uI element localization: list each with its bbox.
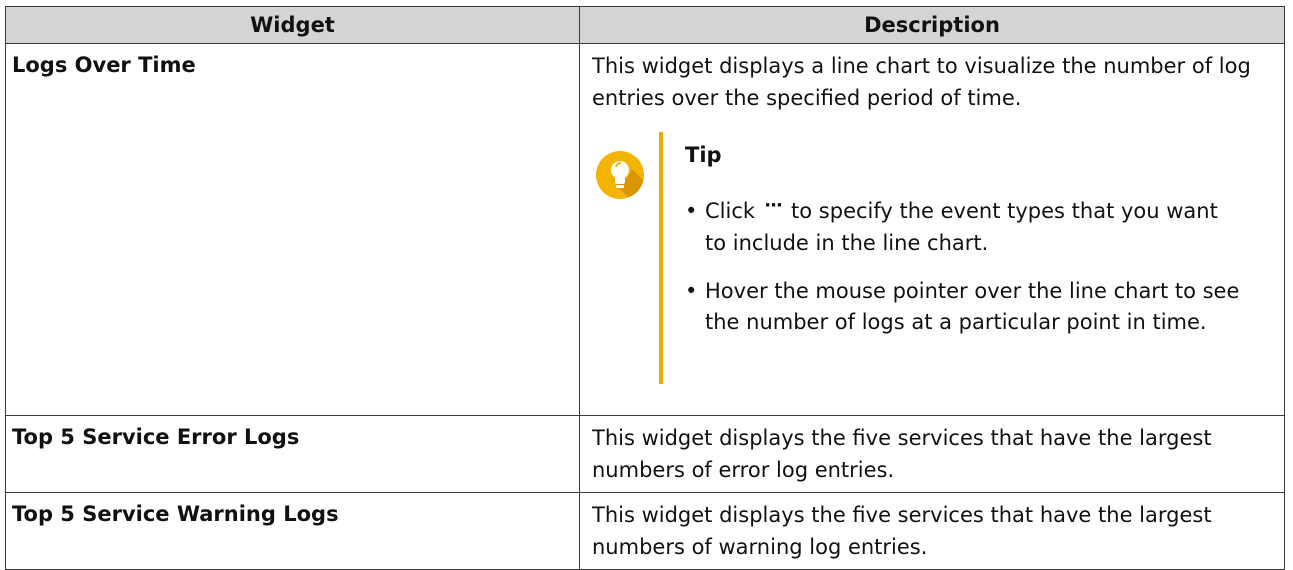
tip-accent-bar bbox=[659, 132, 663, 384]
widget-description: This widget displays a line chart to vis… bbox=[592, 54, 1251, 110]
list-item: • Click ··· to specify the event types tha… bbox=[685, 195, 1245, 259]
tip-title: Tip bbox=[685, 143, 722, 167]
tip-text-before: Click bbox=[705, 199, 756, 223]
widget-description: This widget displays the five services t… bbox=[579, 415, 1285, 493]
lightbulb-icon bbox=[596, 151, 644, 199]
tip-list: • Click ··· to specify the event types tha… bbox=[685, 195, 1245, 355]
tip-text: Hover the mouse pointer over the line ch… bbox=[705, 279, 1240, 334]
table-header-row: Widget Description bbox=[5, 6, 1285, 44]
widget-name: Logs Over Time bbox=[5, 43, 580, 416]
widget-description-cell: This widget displays a line chart to vis… bbox=[579, 43, 1285, 416]
widgets-table: Widget Description Logs Over Time This w… bbox=[5, 6, 1285, 570]
bullet-icon: • bbox=[685, 279, 698, 303]
bullet-icon: • bbox=[685, 199, 698, 223]
widget-name: Top 5 Service Error Logs bbox=[5, 415, 580, 493]
more-icon: ··· bbox=[764, 195, 783, 216]
column-header-widget: Widget bbox=[5, 6, 580, 44]
tip-box: Tip • Click ··· to specify the event types… bbox=[592, 132, 1272, 384]
list-item: • Hover the mouse pointer over the line … bbox=[685, 276, 1245, 338]
table-row: Logs Over Time This widget displays a li… bbox=[5, 43, 1285, 416]
column-header-description: Description bbox=[579, 6, 1285, 44]
table-row: Top 5 Service Error Logs This widget dis… bbox=[5, 415, 1285, 493]
